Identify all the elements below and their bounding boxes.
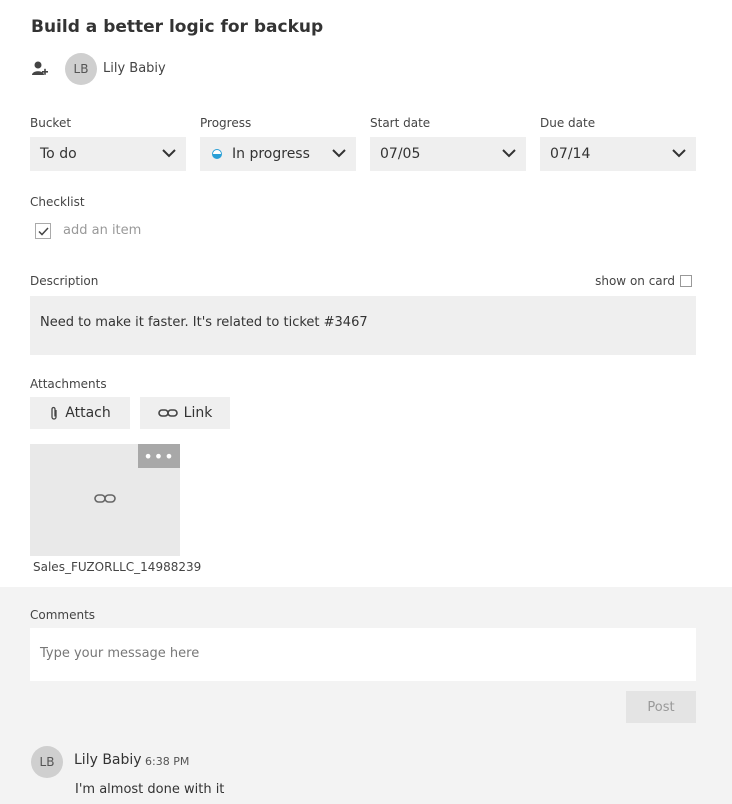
chevron-down-icon <box>332 149 346 158</box>
show-on-card-label: show on card <box>595 274 675 288</box>
due-date-picker[interactable]: 07/14 <box>540 137 696 171</box>
paperclip-icon <box>51 406 57 420</box>
chevron-down-icon <box>502 149 516 158</box>
checklist-label: Checklist <box>30 195 85 209</box>
comment-avatar: LB <box>31 746 63 778</box>
comment-time: 6:38 PM <box>145 755 190 768</box>
comment-author: Lily Babiy <box>74 752 142 768</box>
link-button[interactable]: Link <box>140 397 230 429</box>
comment-text: I'm almost done with it <box>75 782 225 797</box>
post-button[interactable]: Post <box>626 691 696 723</box>
show-on-card-checkbox[interactable] <box>680 275 692 287</box>
bucket-label: Bucket <box>30 116 72 130</box>
chevron-down-icon <box>672 149 686 158</box>
due-date-value: 07/14 <box>550 146 591 162</box>
description-label: Description <box>30 274 99 288</box>
comments-section <box>0 587 732 804</box>
task-title[interactable]: Build a better logic for backup <box>31 17 323 37</box>
checklist-checkbox[interactable] <box>35 223 51 239</box>
attachment-thumbnail[interactable]: ••• <box>30 444 180 556</box>
comments-label: Comments <box>30 608 96 622</box>
link-label: Link <box>183 405 213 421</box>
progress-dropdown[interactable]: In progress <box>200 137 356 171</box>
due-date-label: Due date <box>540 116 596 130</box>
show-on-card-toggle[interactable]: show on card <box>595 274 692 288</box>
chevron-down-icon <box>162 149 176 158</box>
progress-label: Progress <box>200 116 252 130</box>
start-date-picker[interactable]: 07/05 <box>370 137 526 171</box>
bucket-value: To do <box>40 146 77 162</box>
start-date-label: Start date <box>370 116 431 130</box>
attachment-name[interactable]: Sales_FUZORLLC_14988239 <box>33 560 201 574</box>
link-icon <box>94 494 116 503</box>
link-icon <box>157 409 178 417</box>
in-progress-icon <box>212 149 222 159</box>
comment-input[interactable]: Type your message here <box>30 628 696 681</box>
assignee-avatar[interactable]: LB <box>65 53 97 85</box>
description-field[interactable]: Need to make it faster. It's related to … <box>30 296 696 355</box>
progress-value: In progress <box>232 146 310 162</box>
attachments-label: Attachments <box>30 377 107 391</box>
checkmark-icon <box>37 226 49 236</box>
start-date-value: 07/05 <box>380 146 421 162</box>
assign-user-icon[interactable] <box>31 60 49 78</box>
bucket-dropdown[interactable]: To do <box>30 137 186 171</box>
add-checklist-item-input[interactable]: add an item <box>63 223 141 238</box>
attach-label: Attach <box>65 405 111 421</box>
assignee-name: Lily Babiy <box>103 61 166 76</box>
more-options-icon[interactable]: ••• <box>138 444 180 468</box>
attach-button[interactable]: Attach <box>30 397 130 429</box>
